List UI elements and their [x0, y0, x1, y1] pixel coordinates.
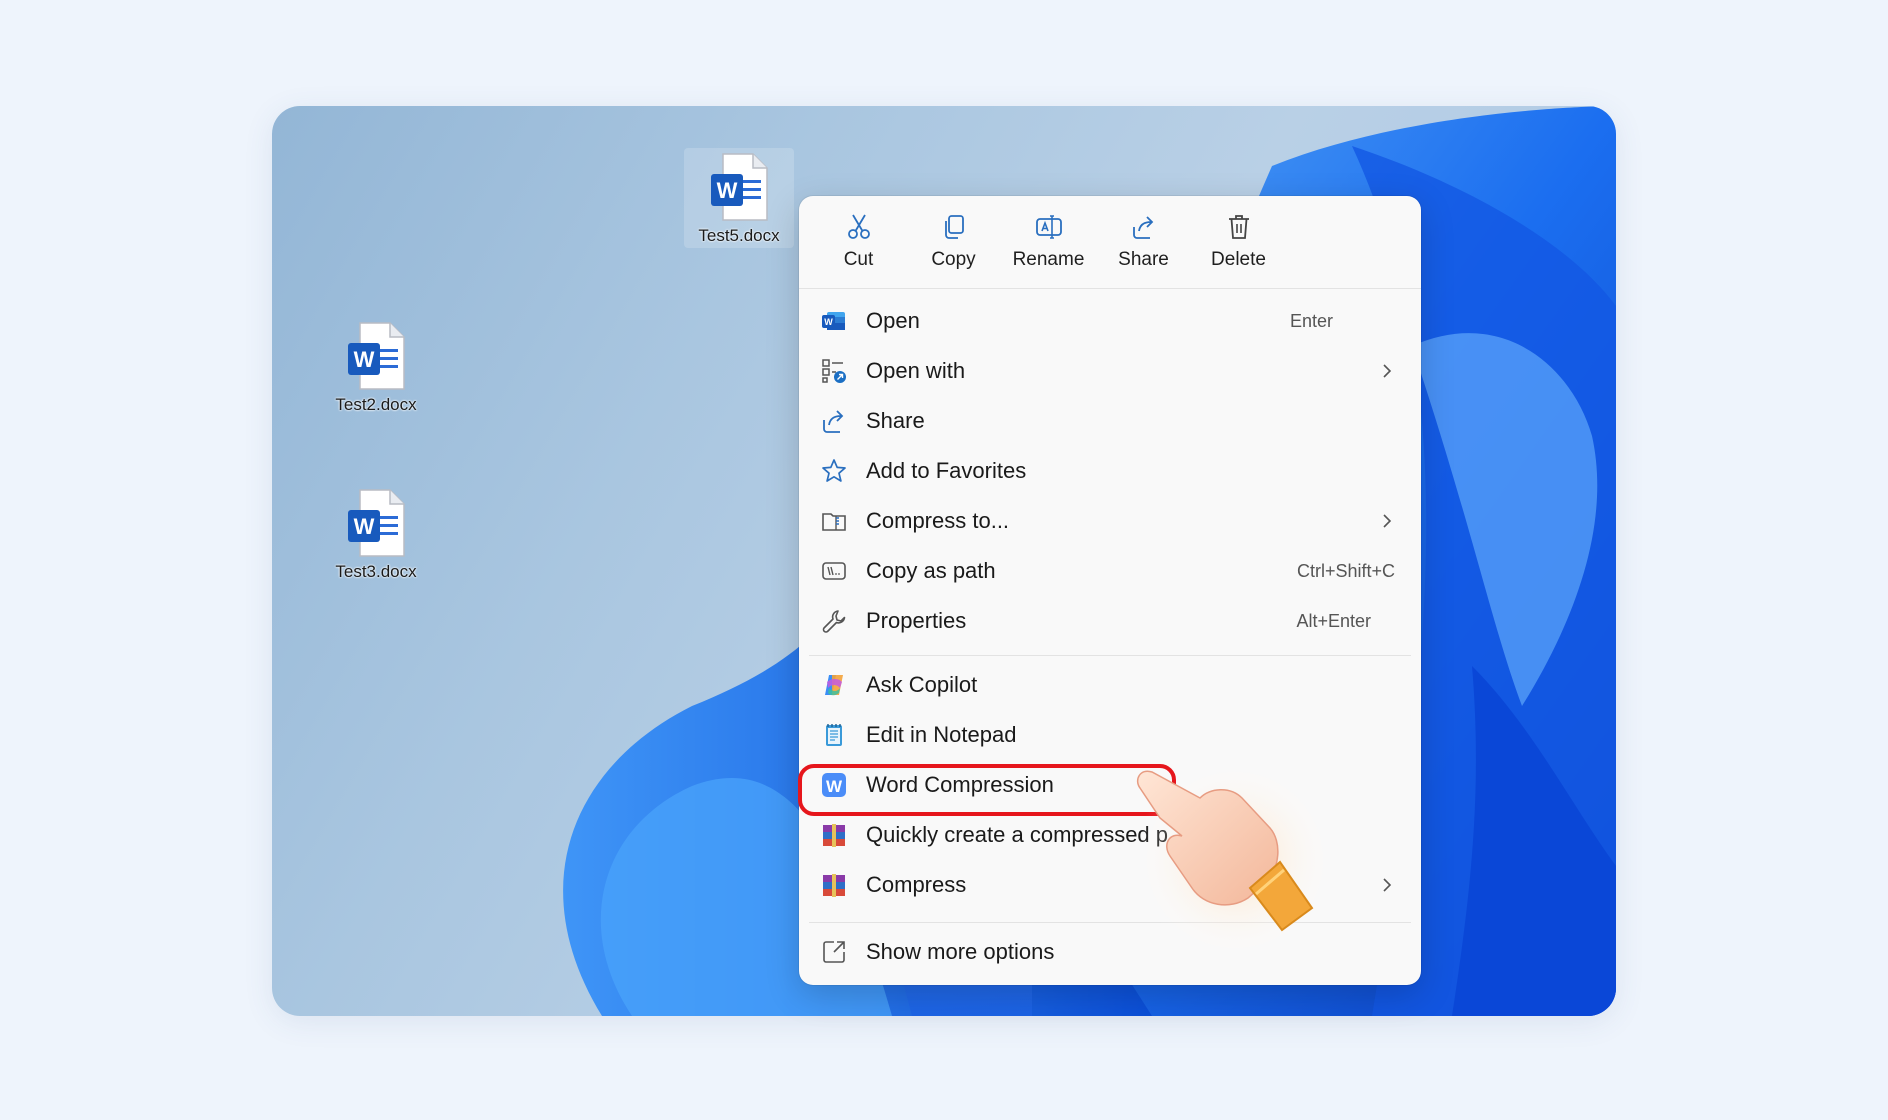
word-file-icon: W [344, 488, 408, 558]
delete-label: Delete [1211, 249, 1266, 270]
rename-button[interactable]: Rename [1001, 196, 1096, 288]
menu-item-label: Copy as path [866, 558, 996, 583]
menu-item-label: Compress [866, 872, 967, 897]
menu-item-ask-copilot[interactable]: Ask Copilot [799, 660, 1421, 710]
menu-item-label: Quickly create a compressed p [866, 822, 1169, 847]
share-icon [823, 410, 844, 433]
cut-label: Cut [843, 249, 874, 270]
winrar-icon [823, 824, 845, 847]
menu-item-shortcut: Enter [1289, 310, 1333, 331]
pointing-hand-icon [1135, 760, 1335, 960]
copy-icon [944, 215, 964, 239]
word-icon: W [822, 312, 845, 330]
chevron-right-icon [1383, 878, 1392, 892]
open-with-icon [822, 359, 846, 383]
menu-separator [799, 288, 1421, 289]
svg-text:W: W [717, 178, 738, 203]
menu-item-open-with[interactable]: Open with [799, 346, 1421, 396]
zip-folder-icon [822, 513, 846, 531]
copy-label: Copy [931, 249, 976, 270]
menu-item-label: Share [866, 408, 925, 433]
share-label: Share [1118, 249, 1169, 270]
menu-separator [809, 655, 1411, 656]
desktop-file-label: Test2.docx [335, 395, 417, 414]
path-icon [822, 562, 846, 580]
copilot-icon [825, 675, 843, 696]
menu-item-compress-to[interactable]: Compress to... [799, 496, 1421, 546]
menu-item-shortcut: Alt+Enter [1296, 610, 1371, 631]
chevron-right-icon [1383, 514, 1392, 528]
wrench-icon [822, 610, 846, 633]
menu-item-label: Add to Favorites [866, 458, 1027, 483]
winrar-icon [823, 874, 845, 897]
menu-item-label: Open [866, 308, 920, 333]
notepad-icon [826, 724, 842, 746]
menu-item-properties[interactable]: Properties Alt+Enter [799, 596, 1421, 646]
menu-item-add-to-favorites[interactable]: Add to Favorites [799, 446, 1421, 496]
menu-item-label: Show more options [866, 939, 1055, 964]
menu-item-edit-in-notepad[interactable]: Edit in Notepad [799, 710, 1421, 760]
desktop-file-test5[interactable]: W Test5.docx [684, 148, 794, 248]
menu-item-label: Open with [866, 358, 966, 383]
word-file-icon: W [344, 321, 408, 391]
copy-button[interactable]: Copy [906, 196, 1001, 288]
rename-icon [1035, 215, 1062, 239]
desktop-file-label: Test3.docx [335, 562, 417, 581]
menu-item-label: Edit in Notepad [866, 722, 1017, 747]
menu-item-label: Ask Copilot [866, 672, 978, 697]
desktop-file-test2[interactable]: W Test2.docx [321, 321, 431, 415]
cut-button[interactable]: Cut [811, 196, 906, 288]
scissors-icon [847, 214, 870, 239]
menu-item-label: Compress to... [866, 508, 1010, 533]
share-icon [1132, 216, 1153, 239]
trash-icon [1228, 215, 1249, 239]
menu-item-shortcut: Ctrl+Shift+C [1296, 560, 1395, 581]
word-file-icon: W [707, 152, 771, 222]
chevron-right-icon [1383, 364, 1392, 378]
svg-text:W: W [354, 347, 375, 372]
star-icon [822, 459, 846, 482]
svg-text:W: W [354, 514, 375, 539]
desktop-file-label: Test5.docx [698, 226, 780, 245]
delete-button[interactable]: Delete [1191, 196, 1286, 288]
share-button[interactable]: Share [1096, 196, 1191, 288]
expand-icon [823, 941, 845, 963]
menu-item-share[interactable]: Share [799, 396, 1421, 446]
menu-item-copy-as-path[interactable]: Copy as path Ctrl+Shift+C [799, 546, 1421, 596]
word-compression-highlight [798, 764, 1176, 816]
menu-item-open[interactable]: W Open Enter [799, 296, 1421, 346]
desktop-file-test3[interactable]: W Test3.docx [321, 488, 431, 582]
svg-text:W: W [824, 317, 833, 327]
context-menu-toolbar: Cut Copy Rename Share Delete [799, 196, 1421, 288]
menu-item-label: Properties [866, 608, 967, 633]
rename-label: Rename [1012, 249, 1085, 270]
